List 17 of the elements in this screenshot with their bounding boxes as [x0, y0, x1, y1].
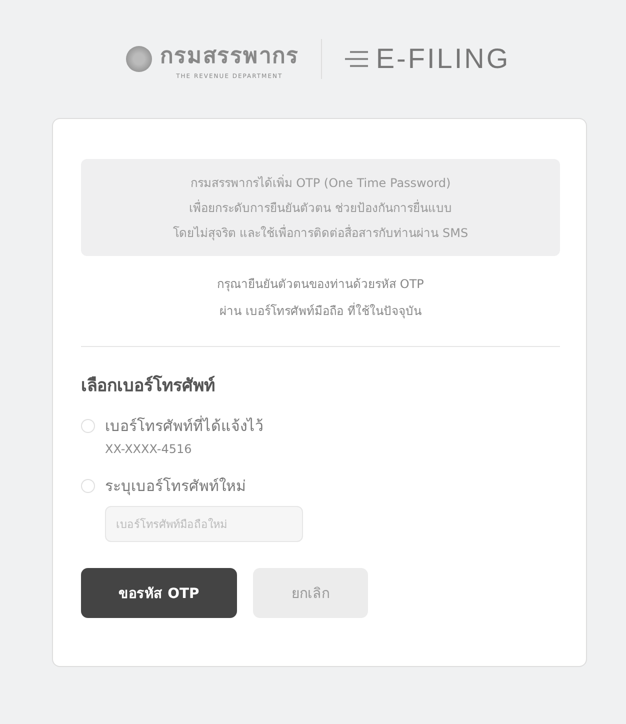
phone-input-field[interactable]: เบอร์โทรศัพท์มือถือใหม่: [105, 506, 303, 542]
instruction-text: กรุณายืนยันตัวตนของท่านด้วยรหัส OTP: [217, 276, 424, 293]
notice-text: เพื่อยกระดับการยืนยันตัวตน ช่วยป้องกันการยื่นแบบ: [189, 198, 452, 217]
option-label: เบอร์โทรศัพท์ที่ได้แจ้งไว้: [105, 414, 263, 437]
section-title: เลือกเบอร์โทรศัพท์: [81, 374, 216, 398]
notice-text: โดยไม่สุจริต และใช้เพื่อการติดต่อสื่อสารกับท่านผ่าน SMS: [172, 224, 468, 242]
radio-button[interactable]: [81, 479, 95, 493]
lines-icon: [344, 50, 370, 68]
option-label: ระบุเบอร์โทรศัพท์ใหม่: [105, 476, 246, 498]
phone-number: XX-XXXX-4516: [105, 442, 192, 456]
notice-text: กรมสรรพากรได้เพิ่ม OTP (One Time Password): [190, 174, 451, 192]
department-name: กรมสรรพากร: [160, 43, 299, 71]
radio-button[interactable]: [81, 419, 95, 433]
instruction-text: ผ่าน เบอร์โทรศัพท์มือถือ ที่ใช้ในปัจจุบัน: [220, 302, 422, 320]
request-otp-button[interactable]: ขอรหัส OTP: [81, 568, 237, 618]
seal-icon: [126, 46, 152, 72]
system-name: E-FILING: [376, 43, 510, 75]
